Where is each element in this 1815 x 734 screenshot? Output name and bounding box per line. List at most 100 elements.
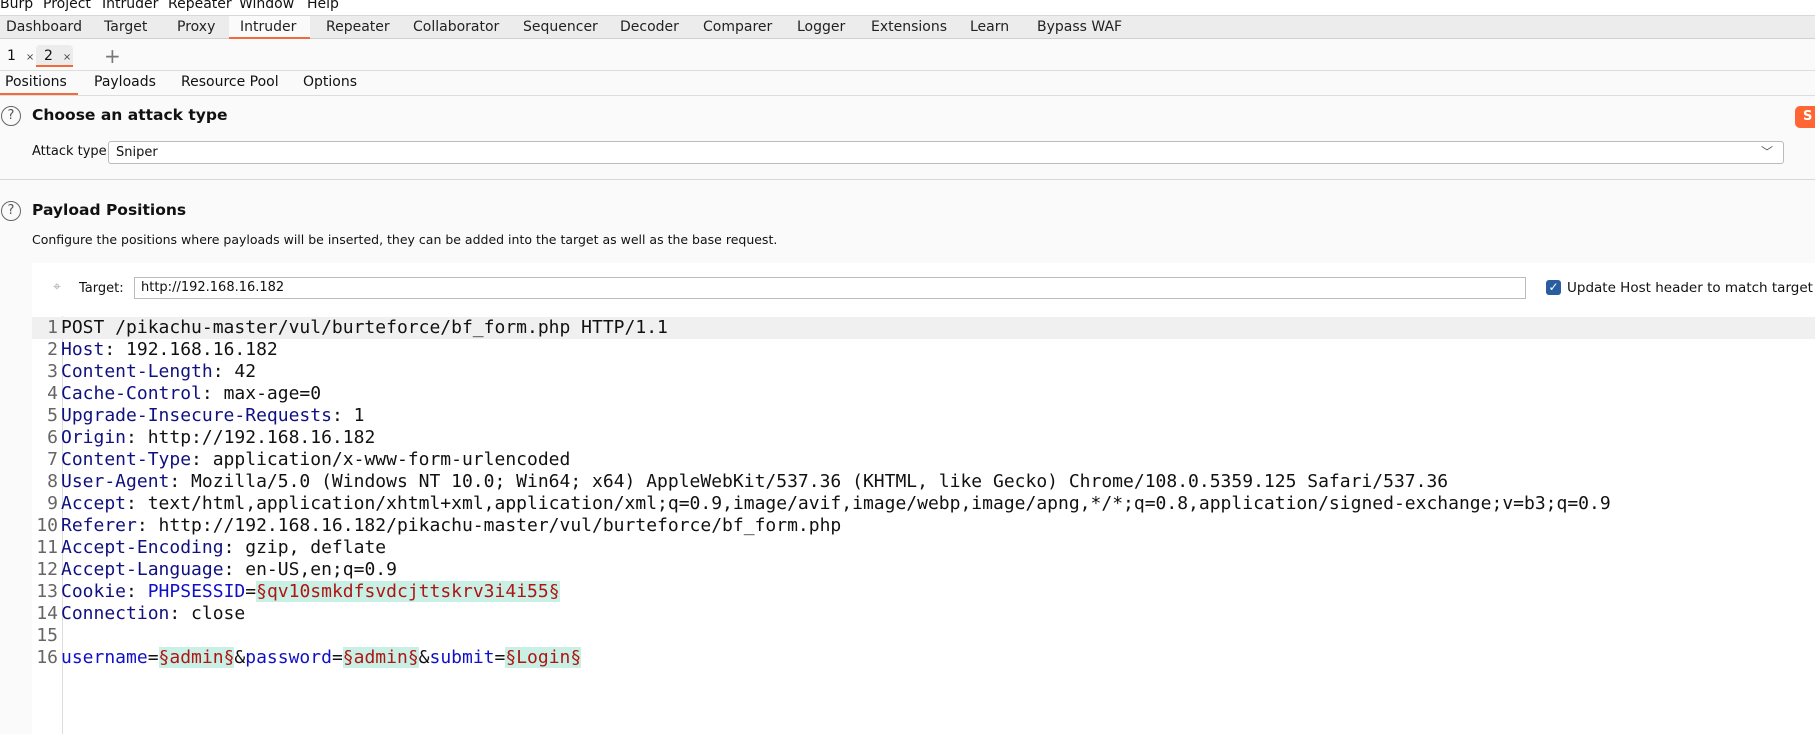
attack-tab-2[interactable]: 2 × — [36, 45, 73, 67]
request-line[interactable]: 1 POST /pikachu-master/vul/burteforce/bf_… — [32, 317, 1815, 339]
request-editor[interactable]: 1 POST /pikachu-master/vul/burteforce/bf_… — [0, 317, 1815, 669]
tab-resource-pool[interactable]: Resource Pool — [176, 71, 284, 95]
request-token: POST /pikachu-master/vul/burteforce/bf_f… — [61, 317, 668, 338]
request-token: = — [245, 581, 257, 602]
tab-comparer[interactable]: Comparer — [697, 16, 778, 39]
menu-window[interactable]: Window — [239, 0, 294, 11]
attack-type-label: Attack type: — [32, 144, 112, 159]
attack-tab-label: 2 — [44, 48, 53, 64]
line-number: 10 — [36, 515, 58, 536]
request-token: = — [331, 647, 343, 668]
request-line[interactable]: 14 Connection: close — [0, 603, 1815, 625]
close-icon[interactable]: × — [26, 52, 34, 63]
request-token: : application/x-www-form-urlencoded — [191, 449, 571, 470]
attack-tab-bar: 1 × 2 × — [0, 40, 1815, 71]
payload-marker: §admin§ — [342, 647, 419, 668]
line-number: 8 — [47, 471, 58, 492]
request-line[interactable]: 15 — [0, 625, 1815, 647]
tab-positions[interactable]: Positions — [0, 71, 78, 95]
line-number: 2 — [47, 339, 58, 360]
request-token: : gzip, deflate — [223, 537, 387, 558]
close-icon[interactable]: × — [63, 52, 71, 63]
tab-sequencer[interactable]: Sequencer — [517, 16, 604, 39]
request-line[interactable]: 5 Upgrade-Insecure-Requests: 1 — [0, 405, 1815, 427]
request-line[interactable]: 11 Accept-Encoding: gzip, deflate — [0, 537, 1815, 559]
divider — [0, 179, 1815, 180]
request-line[interactable]: 13 Cookie: PHPSESSID=§qv10smkdfsvdcjttskr… — [0, 581, 1815, 603]
main-tab-bar: Dashboard Target Proxy Intruder Repeater… — [0, 15, 1815, 39]
request-token: & — [418, 647, 430, 668]
tab-collaborator[interactable]: Collaborator — [407, 16, 505, 39]
payload-marker: §qv10smkdfsvdcjttskrv3i4i55§ — [256, 581, 560, 602]
request-line[interactable]: 8 User-Agent: Mozilla/5.0 (Windows NT 10.… — [0, 471, 1815, 493]
line-number: 12 — [36, 559, 58, 580]
request-token: submit — [429, 647, 495, 668]
request-token: Cache-Control — [61, 383, 202, 404]
tab-repeater[interactable]: Repeater — [320, 16, 396, 39]
request-token: : max-age=0 — [201, 383, 322, 404]
tab-bypass-waf[interactable]: Bypass WAF — [1031, 16, 1128, 39]
request-token: Accept-Language — [61, 559, 224, 580]
tab-dashboard[interactable]: Dashboard — [0, 16, 88, 39]
menu-repeater[interactable]: Repeater — [168, 0, 232, 11]
request-token: password — [245, 647, 332, 668]
menu-burp[interactable]: Burp — [0, 0, 33, 11]
request-line[interactable]: 7 Content-Type: application/x-www-form-ur… — [0, 449, 1815, 471]
request-token: Accept-Encoding — [61, 537, 224, 558]
request-line[interactable]: 4 Cache-Control: max-age=0 — [0, 383, 1815, 405]
tab-target[interactable]: Target — [98, 16, 153, 39]
help-icon[interactable]: ? — [1, 106, 21, 126]
request-token: : Mozilla/5.0 (Windows NT 10.0; Win64; x… — [169, 471, 1449, 492]
tab-extensions[interactable]: Extensions — [865, 16, 953, 39]
menu-project[interactable]: Project — [43, 0, 91, 11]
request-token: PHPSESSID — [147, 581, 246, 602]
request-token: username — [61, 647, 148, 668]
request-token: Content-Length — [61, 361, 213, 382]
positions-tab-bar: Positions Payloads Resource Pool Options — [0, 71, 1815, 96]
attack-type-select[interactable]: Sniper ﹀ — [108, 141, 1784, 164]
crosshair-icon: ⌖ — [53, 279, 61, 295]
line-number: 4 — [47, 383, 58, 404]
request-line[interactable]: 9 Accept: text/html,application/xhtml+xml… — [0, 493, 1815, 515]
target-input[interactable]: http://192.168.16.182 — [134, 277, 1526, 299]
payload-marker: §admin§ — [158, 647, 235, 668]
line-number: 6 — [47, 427, 58, 448]
request-token: Origin — [61, 427, 127, 448]
menu-intruder[interactable]: Intruder — [102, 0, 158, 11]
line-number: 13 — [36, 581, 58, 602]
line-number: 11 — [36, 537, 58, 558]
tab-learn[interactable]: Learn — [964, 16, 1015, 39]
request-token: : 192.168.16.182 — [104, 339, 278, 360]
tab-logger[interactable]: Logger — [791, 16, 851, 39]
menu-help[interactable]: Help — [307, 0, 339, 11]
attack-type-heading: Choose an attack type — [32, 106, 228, 124]
tab-intruder[interactable]: Intruder — [229, 16, 310, 39]
request-line[interactable]: 10 Referer: http://192.168.16.182/pikachu… — [0, 515, 1815, 537]
help-icon[interactable]: ? — [1, 201, 21, 221]
target-label: Target: — [79, 281, 124, 296]
request-line[interactable]: 3 Content-Length: 42 — [0, 361, 1815, 383]
request-token: & — [234, 647, 246, 668]
request-token: : http://192.168.16.182 — [126, 427, 376, 448]
add-tab-icon[interactable]: + — [104, 44, 121, 68]
request-token: : en-US,en;q=0.9 — [223, 559, 397, 580]
update-host-checkbox[interactable]: ✓ — [1546, 280, 1561, 295]
request-line[interactable]: 2 Host: 192.168.16.182 — [0, 339, 1815, 361]
request-token: Content-Type — [61, 449, 192, 470]
menu-bar: Burp Project Intruder Repeater Window He… — [0, 0, 1815, 15]
tab-payloads[interactable]: Payloads — [89, 71, 161, 95]
start-attack-button[interactable]: S — [1795, 106, 1815, 128]
request-line[interactable]: 16 username=§admin§&password=§admin§&subm… — [0, 647, 1815, 669]
tab-options[interactable]: Options — [298, 71, 362, 95]
request-token: : http://192.168.16.182/pikachu-master/v… — [136, 515, 842, 536]
request-token: = — [494, 647, 506, 668]
request-token: Cookie — [61, 581, 127, 602]
tab-decoder[interactable]: Decoder — [614, 16, 685, 39]
line-number: 3 — [47, 361, 58, 382]
request-line[interactable]: 12 Accept-Language: en-US,en;q=0.9 — [0, 559, 1815, 581]
line-number: 15 — [36, 625, 58, 646]
request-line[interactable]: 6 Origin: http://192.168.16.182 — [0, 427, 1815, 449]
request-token: = — [147, 647, 159, 668]
request-token: : 1 — [331, 405, 365, 426]
tab-proxy[interactable]: Proxy — [171, 16, 221, 39]
